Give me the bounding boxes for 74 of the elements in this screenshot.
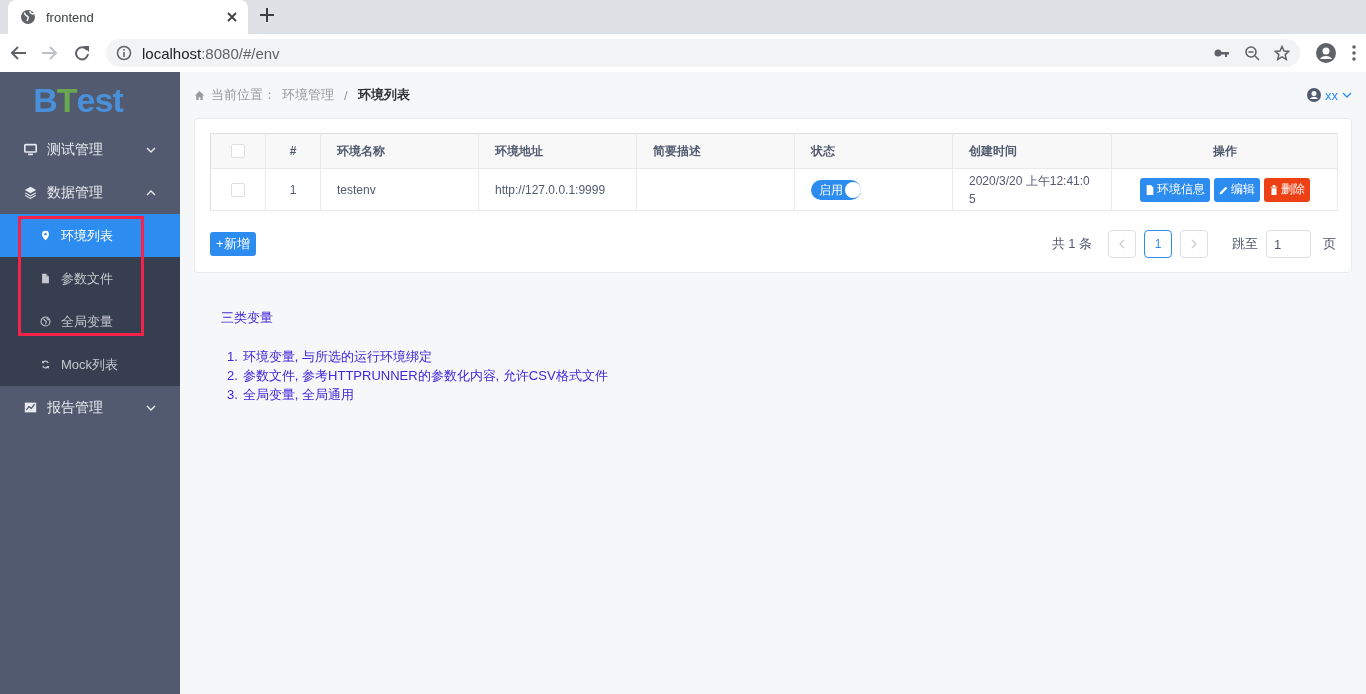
list-marker: 3.	[227, 386, 238, 404]
chevron-down-icon	[1342, 91, 1352, 99]
total-count: 共 1 条	[1051, 235, 1092, 253]
table-cell-text: 2020/3/20 上午12:41:05	[969, 172, 1091, 208]
select-all-checkbox[interactable]	[231, 144, 245, 159]
menu-group[interactable]: 测试管理	[0, 128, 180, 171]
trash-icon	[1268, 183, 1279, 196]
breadcrumb-separator: /	[344, 87, 348, 103]
close-icon[interactable]	[226, 11, 238, 23]
monitor-icon	[24, 143, 37, 156]
menu-group[interactable]: 数据管理	[0, 171, 180, 214]
layers-icon	[24, 186, 37, 199]
chevron-up-icon	[146, 188, 156, 197]
list-marker: 2.	[227, 367, 238, 385]
file-icon	[1144, 183, 1155, 196]
menu-group[interactable]: 报告管理	[0, 386, 180, 429]
breadcrumb-label: 当前位置：	[211, 86, 276, 104]
map-pin-icon	[40, 230, 51, 241]
row-number: 1	[289, 182, 297, 197]
page-suffix: 页	[1323, 235, 1336, 253]
status-toggle[interactable]: 启用	[811, 179, 861, 200]
url-text: localhost:8080/#/env	[142, 44, 281, 62]
reload-icon[interactable]	[74, 45, 90, 61]
row-checkbox[interactable]	[231, 183, 245, 198]
globe-icon	[40, 316, 51, 327]
file-icon	[40, 273, 51, 284]
delete-button[interactable]: 删除	[1263, 177, 1310, 202]
notes-title: 三类变量	[221, 309, 274, 327]
user-avatar-icon	[1307, 88, 1321, 102]
menu-item[interactable]: 全局变量	[0, 300, 180, 343]
column-header: 操作	[1212, 143, 1237, 158]
column-header: #	[289, 144, 297, 158]
page-button[interactable]: 1	[1144, 230, 1172, 258]
table-cell: testenv	[337, 182, 376, 197]
star-icon[interactable]	[1274, 45, 1290, 61]
logo: BTest	[32, 79, 125, 121]
add-button[interactable]: +新增	[210, 232, 256, 256]
info-icon	[116, 45, 132, 61]
column-header: 环境地址	[495, 143, 543, 158]
tab-title: frontend	[46, 9, 95, 25]
column-header: 状态	[811, 143, 835, 158]
more-menu-icon[interactable]	[1352, 45, 1356, 61]
key-icon[interactable]	[1214, 47, 1230, 59]
home-icon	[194, 89, 205, 101]
profile-icon[interactable]	[1316, 43, 1336, 63]
table-cell: http://127.0.0.1:9999	[495, 182, 606, 197]
jump-label: 跳至	[1232, 235, 1258, 253]
menu-item[interactable]: 环境列表	[0, 214, 180, 257]
edit-button[interactable]: 编辑	[1213, 177, 1260, 202]
chart-icon	[24, 401, 37, 414]
column-header: 创建时间	[969, 143, 1017, 158]
globe-icon	[20, 9, 36, 25]
menu-item[interactable]: Mock列表	[0, 343, 180, 386]
zoom-out-icon[interactable]	[1244, 45, 1260, 61]
user-menu[interactable]: xx	[1307, 87, 1352, 103]
refresh-icon	[40, 359, 51, 370]
page-input[interactable]: 1	[1266, 230, 1311, 258]
note-item: 全局变量, 全局通用	[242, 386, 355, 404]
menu-item[interactable]: 参数文件	[0, 257, 180, 300]
column-header: 简要描述	[653, 143, 701, 158]
back-arrow-icon[interactable]	[10, 45, 26, 61]
list-marker: 1.	[227, 348, 238, 366]
chevron-down-icon	[146, 145, 156, 154]
chevron-left-icon	[1119, 239, 1125, 249]
chevron-right-icon	[1191, 239, 1197, 249]
plus-icon[interactable]	[260, 8, 274, 22]
note-item: 环境变量, 与所选的运行环境绑定	[242, 348, 433, 366]
breadcrumb-current: 环境列表	[357, 86, 410, 104]
info-button[interactable]: 环境信息	[1139, 177, 1210, 202]
chevron-down-icon	[146, 403, 156, 412]
address-bar[interactable]: localhost:8080/#/env	[106, 39, 1300, 67]
browser-tab[interactable]: frontend	[8, 0, 248, 34]
note-item: 参数文件, 参考HTTPRUNNER的参数化内容, 允许CSV格式文件	[242, 367, 608, 385]
column-header: 环境名称	[337, 143, 385, 158]
